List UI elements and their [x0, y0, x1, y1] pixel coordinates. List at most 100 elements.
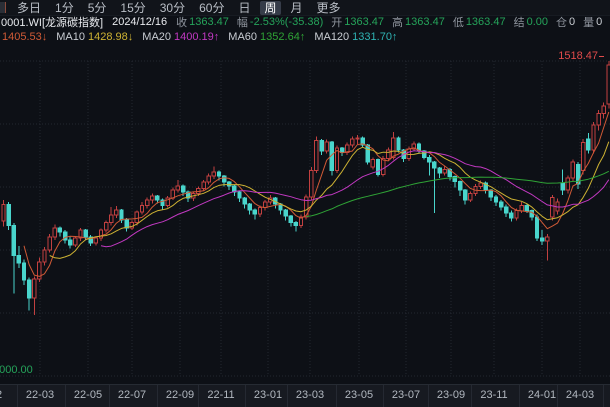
candle-down: [228, 182, 231, 186]
candle-down: [494, 197, 497, 202]
candle-down: [156, 196, 159, 200]
candle-up: [381, 158, 384, 174]
info-field-label: 开: [331, 15, 342, 29]
x-axis-tick: [519, 385, 520, 407]
x-axis-tick: [287, 385, 288, 407]
candle-down: [505, 207, 508, 213]
period-tab-6[interactable]: 日: [234, 1, 254, 15]
candle-up: [43, 250, 46, 262]
candle-down: [428, 157, 431, 162]
candle-up: [392, 138, 395, 157]
candle-down: [320, 140, 323, 151]
info-field-value: 1363.47: [405, 16, 445, 28]
x-axis-tick: [336, 385, 337, 407]
period-tab-0[interactable]: 多日: [13, 1, 45, 15]
candle-up: [479, 183, 482, 187]
x-axis-label: 23-05: [345, 389, 373, 401]
kline-window: 多日 1分 5分 15分 30分 60分日周月更多 0001.WI[龙源碳指数] 2024…: [0, 0, 610, 407]
period-toolbar: 多日 1分 5分 15分 30分 60分日周月更多: [0, 0, 610, 16]
candle-up: [140, 205, 143, 212]
candle-down: [510, 213, 513, 218]
candle-down: [22, 263, 25, 280]
quote-info-bar: 0001.WI[龙源碳指数] 2024/12/16 收1363.47幅-2.53…: [1, 15, 610, 29]
partial-toolbar-icon[interactable]: [0, 2, 6, 13]
candle-up: [310, 171, 313, 197]
info-field-label: 收: [176, 15, 187, 29]
candle-up: [520, 205, 523, 210]
candle-down: [561, 183, 564, 190]
x-axis-tick: [428, 385, 429, 407]
x-axis-tick: [471, 385, 472, 407]
candle-up: [145, 200, 148, 205]
info-field-label: 幅: [237, 15, 248, 29]
symbol-name: 0001.WI[龙源碳指数]: [1, 15, 103, 29]
period-tab-9[interactable]: 更多: [313, 1, 345, 15]
info-field-value: 1363.47: [466, 16, 506, 28]
info-field-value: 0: [569, 16, 575, 28]
candlestick-chart[interactable]: [0, 44, 610, 383]
x-axis-label: 21-12: [0, 389, 2, 401]
candle-down: [253, 210, 256, 214]
ma-value: 1352.64↑: [260, 31, 305, 43]
candle-up: [407, 149, 410, 159]
candle-down: [248, 204, 251, 210]
candle-down: [217, 172, 220, 176]
ma-label: MA20: [142, 31, 171, 43]
x-axis-band[interactable]: 21-1222-0322-0522-0722-0922-1123-0123-03…: [0, 384, 610, 407]
x-axis-tick: [383, 385, 384, 407]
candle-up: [94, 238, 97, 243]
candle-up: [171, 190, 174, 198]
x-axis-label: 23-09: [437, 389, 465, 401]
candle-down: [181, 186, 184, 192]
candle-down: [540, 238, 543, 241]
info-field-label: 仓: [556, 15, 567, 29]
candle-down: [17, 256, 20, 263]
candle-down: [12, 225, 15, 255]
ma60-line: [306, 171, 609, 216]
candle-up: [546, 237, 549, 241]
candle-up: [356, 138, 359, 139]
candle-down: [222, 176, 225, 182]
period-tab-2[interactable]: 5分: [84, 1, 111, 15]
candle-up: [33, 279, 36, 298]
x-axis-tick: [109, 385, 110, 407]
candle-up: [592, 125, 595, 150]
candle-down: [587, 139, 590, 150]
candle-down: [438, 168, 441, 173]
period-tab-5[interactable]: 60分: [195, 1, 228, 15]
period-tab-1[interactable]: 1分: [51, 1, 78, 15]
candle-down: [366, 145, 369, 162]
x-axis-label: 23-07: [392, 389, 420, 401]
ma-value: 1331.70↑: [352, 31, 397, 43]
quote-date: 2024/12/16: [112, 16, 167, 28]
ma20-line: [101, 151, 609, 247]
candle-down: [340, 148, 343, 152]
candle-down: [525, 205, 528, 210]
candle-down: [499, 202, 502, 207]
candle-up: [53, 228, 56, 237]
candle-down: [535, 217, 538, 238]
candle-up: [258, 208, 261, 214]
x-axis-label: 23-11: [480, 389, 507, 401]
candle-down: [27, 280, 30, 298]
info-field-label: 量: [583, 15, 594, 29]
candle-down: [238, 192, 241, 198]
period-tab-4[interactable]: 30分: [156, 1, 189, 15]
period-tab-8[interactable]: 月: [287, 1, 307, 15]
x-axis-label: 22-11: [207, 389, 234, 401]
candle-up: [351, 139, 354, 145]
candle-down: [289, 216, 292, 222]
candle-up: [315, 140, 318, 170]
candle-up: [99, 230, 102, 238]
ma-label: MA60: [228, 31, 257, 43]
candle-down: [7, 205, 10, 226]
candle-up: [202, 182, 205, 188]
candle-down: [464, 190, 467, 200]
period-tab-3[interactable]: 15分: [116, 1, 149, 15]
min-price-label: 1000.00: [0, 364, 33, 376]
candle-up: [469, 194, 472, 200]
candle-up: [551, 197, 554, 216]
ma-label: MA120: [314, 31, 349, 43]
period-tab-7[interactable]: 周: [260, 1, 280, 15]
x-axis-tick: [198, 385, 199, 407]
